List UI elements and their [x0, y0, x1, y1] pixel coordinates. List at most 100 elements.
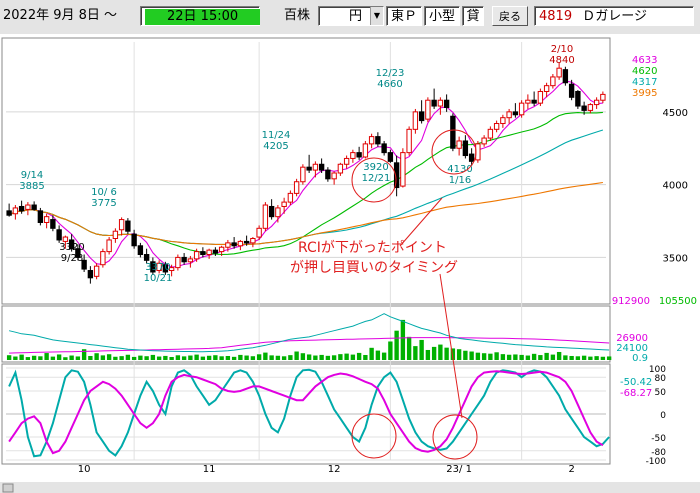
- volume-bar: [394, 330, 399, 360]
- candle-body: [406, 128, 412, 154]
- price-annotation-value: 4840: [549, 55, 574, 66]
- volume-bar: [256, 354, 262, 360]
- candle-body: [587, 104, 594, 111]
- candle-body: [462, 140, 469, 157]
- candle-body: [212, 249, 219, 254]
- price-annotation: 12/23: [376, 68, 405, 79]
- volume-bar: [400, 319, 406, 360]
- volume-bar: [525, 355, 531, 360]
- candle-body: [6, 210, 12, 216]
- candle-body: [181, 256, 187, 263]
- volume-bar: [588, 356, 593, 360]
- volume-bar: [313, 355, 318, 360]
- volume-bar: [181, 356, 187, 360]
- candle-body: [25, 204, 31, 210]
- stock-code: 4819: [539, 9, 573, 24]
- ma-value-label: 4317: [632, 77, 657, 88]
- candle-body: [231, 242, 237, 247]
- volume-bar: [419, 339, 424, 360]
- candle-body: [550, 76, 556, 87]
- volume-bar: [188, 355, 193, 360]
- volume-bar: [294, 351, 299, 360]
- back-button[interactable]: 戻る: [492, 6, 528, 26]
- volume-bar: [250, 356, 256, 360]
- candle-body: [600, 93, 606, 101]
- volume-bar: [88, 355, 93, 360]
- ma-value-label: 4620: [632, 66, 657, 77]
- candle-body: [200, 251, 206, 256]
- price-annotation-value: 4205: [263, 141, 288, 152]
- volume-bar: [163, 355, 168, 360]
- rci-tick-label: -100: [646, 457, 667, 467]
- unit-label: 百株: [284, 8, 311, 23]
- end-date-field[interactable]: 22日 15:00: [140, 6, 261, 26]
- yen-select[interactable]: 円 ▼: [318, 6, 384, 26]
- candle-body: [593, 99, 600, 106]
- volume-bar: [331, 355, 337, 360]
- toolbar: 2022年 9月 8日 ～ 22日 15:00 百株 円 ▼ 東Ｐ 小型 貸 戻…: [0, 0, 700, 35]
- volume-value-label: 0.9: [632, 353, 648, 364]
- candle-body: [431, 99, 437, 107]
- candle-body: [131, 233, 137, 247]
- volume-bar: [200, 356, 206, 360]
- candle-body: [281, 201, 287, 207]
- price-annotation: 11/24: [262, 130, 291, 141]
- volume-bar: [606, 356, 612, 360]
- volume-bar: [56, 354, 62, 360]
- candle-body: [50, 219, 56, 229]
- candle-body: [418, 111, 425, 122]
- volume-bar: [519, 354, 524, 360]
- volume-bar: [556, 351, 562, 360]
- price-annotation-value: 4660: [377, 79, 402, 90]
- rci-tick-label: 80: [655, 374, 667, 384]
- candle-body: [481, 137, 487, 145]
- price-annotation-value: 10/21: [144, 273, 173, 284]
- volume-bar: [500, 354, 506, 360]
- candle-body: [356, 152, 362, 158]
- volume-bar: [125, 354, 131, 360]
- candle-body: [225, 242, 231, 248]
- volume-bar: [538, 355, 543, 360]
- candle-body: [193, 251, 200, 260]
- candle-body: [450, 115, 456, 149]
- volume-bar: [513, 354, 518, 360]
- volume-bar: [38, 356, 43, 360]
- candle-body: [300, 166, 306, 183]
- volume-bar: [106, 354, 112, 360]
- volume-bar: [344, 353, 349, 360]
- ma-value-label: 3995: [632, 88, 657, 99]
- start-date-field[interactable]: 2022年 9月 8日 ～: [3, 6, 139, 26]
- candle-body: [31, 204, 37, 210]
- price-annotation-value: 12/21: [362, 173, 391, 184]
- rci-value-label: -68.27: [620, 388, 652, 399]
- volume-bar: [19, 354, 24, 360]
- volume-value-label: 105500: [659, 296, 697, 307]
- candle-body: [531, 99, 537, 104]
- candle-body: [137, 245, 144, 256]
- candle-body: [562, 69, 569, 84]
- end-date-value: 22日 15:00: [145, 9, 261, 25]
- candle-body: [12, 207, 19, 215]
- candle-body: [18, 205, 25, 212]
- volume-bar: [13, 356, 18, 360]
- candle-body: [43, 216, 50, 223]
- candle-body: [250, 238, 256, 244]
- candle-body: [143, 254, 150, 261]
- candle-body: [412, 111, 419, 130]
- volume-bar: [550, 354, 556, 360]
- chevron-down-icon[interactable]: ▼: [370, 7, 383, 25]
- stock-code-field[interactable]: 4819 Ｄガレージ: [534, 6, 694, 26]
- rci-tick-label: -50: [651, 434, 666, 444]
- price-annotation-value: 3775: [91, 198, 116, 209]
- lending-label: 貸: [462, 6, 484, 26]
- candle-body: [262, 204, 269, 229]
- volume-bar: [594, 356, 599, 360]
- candle-body: [543, 85, 550, 92]
- scrollbar-track: [0, 482, 700, 493]
- candle-body: [287, 192, 294, 203]
- candle-body: [306, 166, 312, 171]
- yen-select-value: 円: [349, 9, 363, 24]
- candle-body: [118, 219, 125, 231]
- volume-bar: [63, 357, 68, 360]
- candle-body: [325, 169, 331, 180]
